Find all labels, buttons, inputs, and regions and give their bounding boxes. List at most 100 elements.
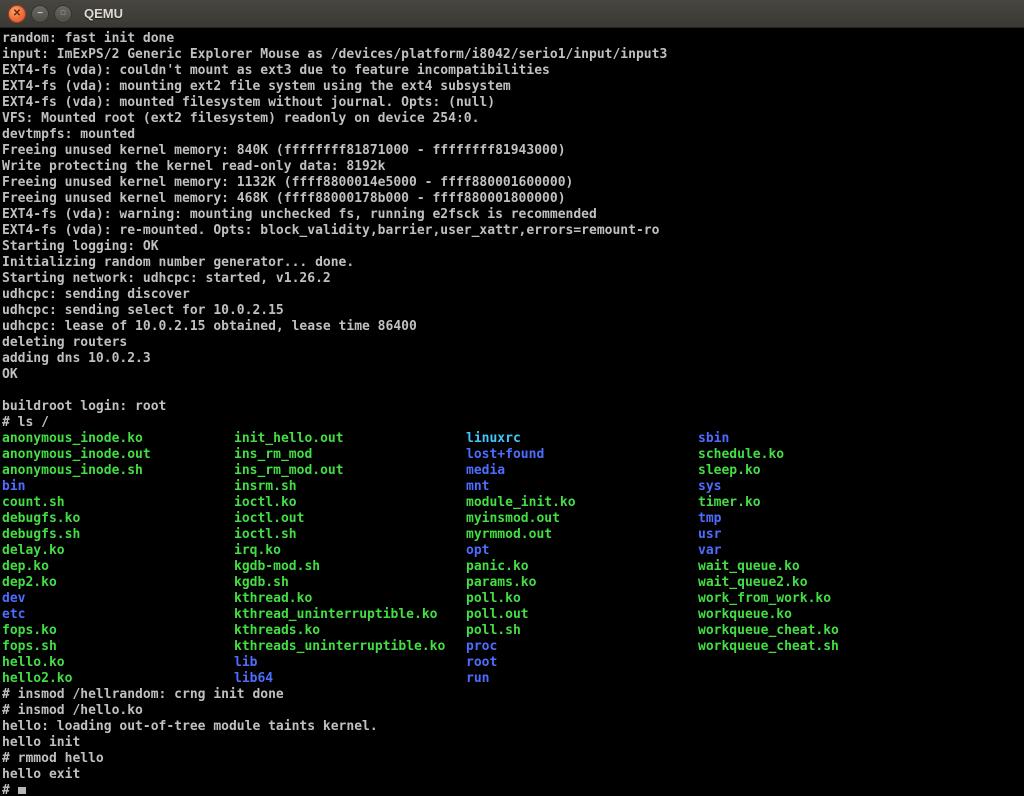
ls-entry: params.ko bbox=[466, 575, 698, 591]
ls-entry: sbin bbox=[698, 431, 930, 447]
ls-entry: workqueue_cheat.sh bbox=[698, 639, 930, 655]
ls-entry: init_hello.out bbox=[234, 431, 466, 447]
minimize-icon: − bbox=[37, 9, 43, 19]
ls-entry: ioctl.ko bbox=[234, 495, 466, 511]
ls-entry: dep.ko bbox=[2, 559, 234, 575]
boot-log: random: fast init doneinput: ImExPS/2 Ge… bbox=[2, 31, 1024, 431]
ls-entry: sleep.ko bbox=[698, 463, 930, 479]
ls-entry: usr bbox=[698, 527, 930, 543]
ls-entry: debugfs.ko bbox=[2, 511, 234, 527]
ls-entry: workqueue.ko bbox=[698, 607, 930, 623]
console-line: EXT4-fs (vda): mounted filesystem withou… bbox=[2, 95, 1024, 111]
ls-entry: ioctl.out bbox=[234, 511, 466, 527]
ls-entry: irq.ko bbox=[234, 543, 466, 559]
maximize-icon: □ bbox=[61, 10, 65, 17]
console-line: EXT4-fs (vda): mounting ext2 file system… bbox=[2, 79, 1024, 95]
ls-entry: fops.sh bbox=[2, 639, 234, 655]
ls-entry: ins_rm_mod.out bbox=[234, 463, 466, 479]
ls-entry: hello2.ko bbox=[2, 671, 234, 687]
ls-entry: kthread_uninterruptible.ko bbox=[234, 607, 466, 623]
ls-entry: ins_rm_mod bbox=[234, 447, 466, 463]
console-line: VFS: Mounted root (ext2 filesystem) read… bbox=[2, 111, 1024, 127]
console-line: devtmpfs: mounted bbox=[2, 127, 1024, 143]
minimize-button[interactable]: − bbox=[31, 5, 49, 23]
console-line: EXT4-fs (vda): warning: mounting uncheck… bbox=[2, 207, 1024, 223]
ls-entry: media bbox=[466, 463, 698, 479]
ls-entry: wait_queue2.ko bbox=[698, 575, 930, 591]
shell-output: # insmod /hellrandom: crng init done# in… bbox=[2, 687, 1024, 783]
ls-entry: kthreads.ko bbox=[234, 623, 466, 639]
ls-entry: fops.ko bbox=[2, 623, 234, 639]
window-title: QEMU bbox=[84, 6, 123, 21]
ls-entry: root bbox=[466, 655, 698, 671]
console-line: # rmmod hello bbox=[2, 751, 1024, 767]
ls-entry: dep2.ko bbox=[2, 575, 234, 591]
prompt-line: # bbox=[2, 783, 1024, 796]
ls-entry: tmp bbox=[698, 511, 930, 527]
ls-entry: hello.ko bbox=[2, 655, 234, 671]
ls-entry: proc bbox=[466, 639, 698, 655]
console-line: hello: loading out-of-tree module taints… bbox=[2, 719, 1024, 735]
qemu-window: ✕ − □ QEMU random: fast init doneinput: … bbox=[0, 0, 1024, 796]
ls-entry: dev bbox=[2, 591, 234, 607]
cursor bbox=[18, 787, 26, 794]
console-line: EXT4-fs (vda): re-mounted. Opts: block_v… bbox=[2, 223, 1024, 239]
console-line: hello exit bbox=[2, 767, 1024, 783]
ls-entry: lib bbox=[234, 655, 466, 671]
close-button[interactable]: ✕ bbox=[8, 5, 26, 23]
console-line bbox=[2, 383, 1024, 399]
ls-entry: timer.ko bbox=[698, 495, 930, 511]
ls-entry: myinsmod.out bbox=[466, 511, 698, 527]
ls-entry: work_from_work.ko bbox=[698, 591, 930, 607]
terminal-screen[interactable]: random: fast init doneinput: ImExPS/2 Ge… bbox=[0, 28, 1024, 796]
ls-entry: debugfs.sh bbox=[2, 527, 234, 543]
ls-entry: etc bbox=[2, 607, 234, 623]
console-line: adding dns 10.0.2.3 bbox=[2, 351, 1024, 367]
ls-entry: schedule.ko bbox=[698, 447, 930, 463]
console-line: hello init bbox=[2, 735, 1024, 751]
shell-prompt: # bbox=[2, 783, 18, 796]
console-line: buildroot login: root bbox=[2, 399, 1024, 415]
ls-entry: module_init.ko bbox=[466, 495, 698, 511]
ls-entry: opt bbox=[466, 543, 698, 559]
maximize-button[interactable]: □ bbox=[54, 5, 72, 23]
console-line: udhcpc: sending select for 10.0.2.15 bbox=[2, 303, 1024, 319]
console-line: EXT4-fs (vda): couldn't mount as ext3 du… bbox=[2, 63, 1024, 79]
ls-entry: myrmmod.out bbox=[466, 527, 698, 543]
ls-entry: kgdb-mod.sh bbox=[234, 559, 466, 575]
console-line: random: fast init done bbox=[2, 31, 1024, 47]
ls-entry: ioctl.sh bbox=[234, 527, 466, 543]
console-line: udhcpc: lease of 10.0.2.15 obtained, lea… bbox=[2, 319, 1024, 335]
ls-entry: kgdb.sh bbox=[234, 575, 466, 591]
ls-entry: mnt bbox=[466, 479, 698, 495]
console-line: Write protecting the kernel read-only da… bbox=[2, 159, 1024, 175]
console-line: udhcpc: sending discover bbox=[2, 287, 1024, 303]
console-line: Starting network: udhcpc: started, v1.26… bbox=[2, 271, 1024, 287]
ls-entry: poll.sh bbox=[466, 623, 698, 639]
ls-entry: delay.ko bbox=[2, 543, 234, 559]
ls-entry: sys bbox=[698, 479, 930, 495]
ls-entry: workqueue_cheat.ko bbox=[698, 623, 930, 639]
console-line: deleting routers bbox=[2, 335, 1024, 351]
ls-entry: linuxrc bbox=[466, 431, 698, 447]
ls-entry: var bbox=[698, 543, 930, 559]
ls-entry: anonymous_inode.ko bbox=[2, 431, 234, 447]
ls-entry: kthread.ko bbox=[234, 591, 466, 607]
ls-entry: count.sh bbox=[2, 495, 234, 511]
titlebar[interactable]: ✕ − □ QEMU bbox=[0, 0, 1024, 28]
console-line: Freeing unused kernel memory: 1132K (fff… bbox=[2, 175, 1024, 191]
console-line: OK bbox=[2, 367, 1024, 383]
console-line: input: ImExPS/2 Generic Explorer Mouse a… bbox=[2, 47, 1024, 63]
ls-entry: panic.ko bbox=[466, 559, 698, 575]
ls-entry: poll.out bbox=[466, 607, 698, 623]
console-line: # ls / bbox=[2, 415, 1024, 431]
console-line: Freeing unused kernel memory: 840K (ffff… bbox=[2, 143, 1024, 159]
ls-entry: poll.ko bbox=[466, 591, 698, 607]
console-line: Initializing random number generator... … bbox=[2, 255, 1024, 271]
ls-entry: anonymous_inode.out bbox=[2, 447, 234, 463]
ls-entry: insrm.sh bbox=[234, 479, 466, 495]
console-line: # insmod /hello.ko bbox=[2, 703, 1024, 719]
ls-entry: wait_queue.ko bbox=[698, 559, 930, 575]
ls-entry: lost+found bbox=[466, 447, 698, 463]
close-icon: ✕ bbox=[13, 9, 21, 19]
